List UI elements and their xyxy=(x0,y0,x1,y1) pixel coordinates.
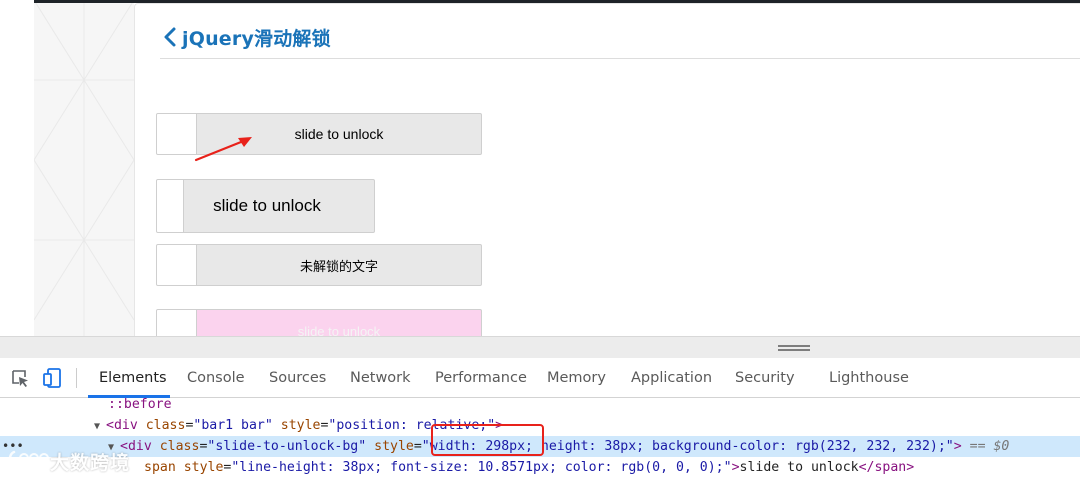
tab-sources[interactable]: Sources xyxy=(269,358,326,398)
slider-handle[interactable] xyxy=(157,245,197,285)
page-header: jQuery滑动解锁 xyxy=(162,22,331,52)
slide-to-unlock-bar-3[interactable]: 未解锁的文字 xyxy=(156,244,482,286)
tab-security[interactable]: Security xyxy=(735,358,795,398)
watermark-text: 大数跨境 xyxy=(50,451,131,474)
slider-label: slide to unlock xyxy=(297,324,381,336)
tab-performance[interactable]: Performance xyxy=(435,358,527,398)
devtools-panel: Elements Console Sources Network Perform… xyxy=(0,336,1080,480)
toolbar-divider xyxy=(76,368,77,388)
tab-lighthouse[interactable]: Lighthouse xyxy=(829,358,909,398)
red-highlight-annotation xyxy=(431,424,544,456)
slide-to-unlock-bar-2[interactable]: slide to unlock xyxy=(156,179,375,233)
devtools-resize-bar[interactable] xyxy=(0,336,1080,358)
red-arrow-annotation xyxy=(194,137,252,162)
tab-memory[interactable]: Memory xyxy=(547,358,606,398)
tab-console[interactable]: Console xyxy=(187,358,245,398)
devtools-toolbar: Elements Console Sources Network Perform… xyxy=(0,358,1080,398)
left-gutter xyxy=(0,0,34,336)
watermark: 大数跨境 xyxy=(6,446,130,476)
page-viewport: jQuery滑动解锁 slide to unlock slide to unlo… xyxy=(0,0,1080,336)
page-title: jQuery滑动解锁 xyxy=(182,27,331,50)
background-pattern xyxy=(34,0,134,336)
inspect-element-icon[interactable] xyxy=(10,368,30,388)
slide-to-unlock-bar-4[interactable]: slide to unlock xyxy=(156,309,482,336)
dom-node-span[interactable]: span style="line-height: 38px; font-size… xyxy=(0,457,1080,478)
tab-network[interactable]: Network xyxy=(350,358,411,398)
expand-triangle-icon[interactable]: ▼ xyxy=(94,416,106,437)
dom-node-before[interactable]: ::before xyxy=(0,394,1080,415)
tab-elements[interactable]: Elements xyxy=(99,358,167,398)
drag-handle-icon[interactable] xyxy=(778,345,810,351)
watermark-logo-icon xyxy=(8,450,49,472)
tab-application[interactable]: Application xyxy=(631,358,712,398)
device-toolbar-icon[interactable] xyxy=(42,367,64,389)
content-card xyxy=(134,3,1080,336)
chevron-left-icon[interactable] xyxy=(162,26,178,48)
slider-label: 未解锁的文字 xyxy=(299,259,378,275)
slider-handle[interactable] xyxy=(157,310,197,336)
slider-label: slide to unlock xyxy=(213,196,321,215)
header-divider xyxy=(160,58,1080,59)
slider-handle[interactable] xyxy=(157,180,184,232)
